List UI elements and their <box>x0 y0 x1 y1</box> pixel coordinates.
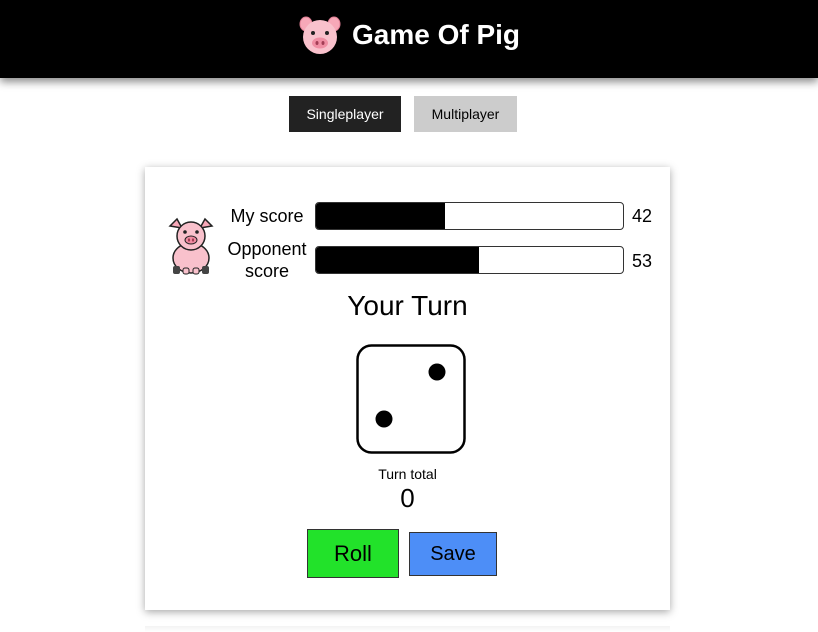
turn-total-label: Turn total <box>378 466 437 482</box>
roll-button[interactable]: Roll <box>307 529 399 578</box>
opponent-score-label-line2: score <box>244 261 289 281</box>
my-score-value: 42 <box>632 206 653 226</box>
opponent-score-label: Opponent score <box>217 238 317 282</box>
opponent-score-value: 53 <box>632 251 653 271</box>
turn-total-value: 0 <box>400 483 415 513</box>
game-card: My score 42 Opponent score 53 Your Turn … <box>145 167 670 610</box>
mode-selector: Singleplayer Multiplayer <box>289 96 517 132</box>
my-score-fill <box>316 203 445 229</box>
singleplayer-button[interactable]: Singleplayer <box>289 96 401 132</box>
pig-face-icon <box>299 16 341 54</box>
die-face-two-icon <box>356 344 466 454</box>
opponent-score-fill <box>316 247 479 273</box>
app-title: Game Of Pig <box>351 19 521 50</box>
my-score-bar <box>315 202 624 230</box>
multiplayer-button[interactable]: Multiplayer <box>414 96 517 132</box>
turn-status: Your Turn <box>347 290 468 321</box>
opponent-score-label-line1: Opponent <box>227 239 307 259</box>
pig-sitting-icon <box>168 217 214 275</box>
card-shadow-edge <box>145 626 670 632</box>
my-score-label: My score <box>230 206 304 226</box>
save-button[interactable]: Save <box>409 532 497 576</box>
opponent-score-bar <box>315 246 624 274</box>
app-header: Game Of Pig <box>0 0 818 78</box>
